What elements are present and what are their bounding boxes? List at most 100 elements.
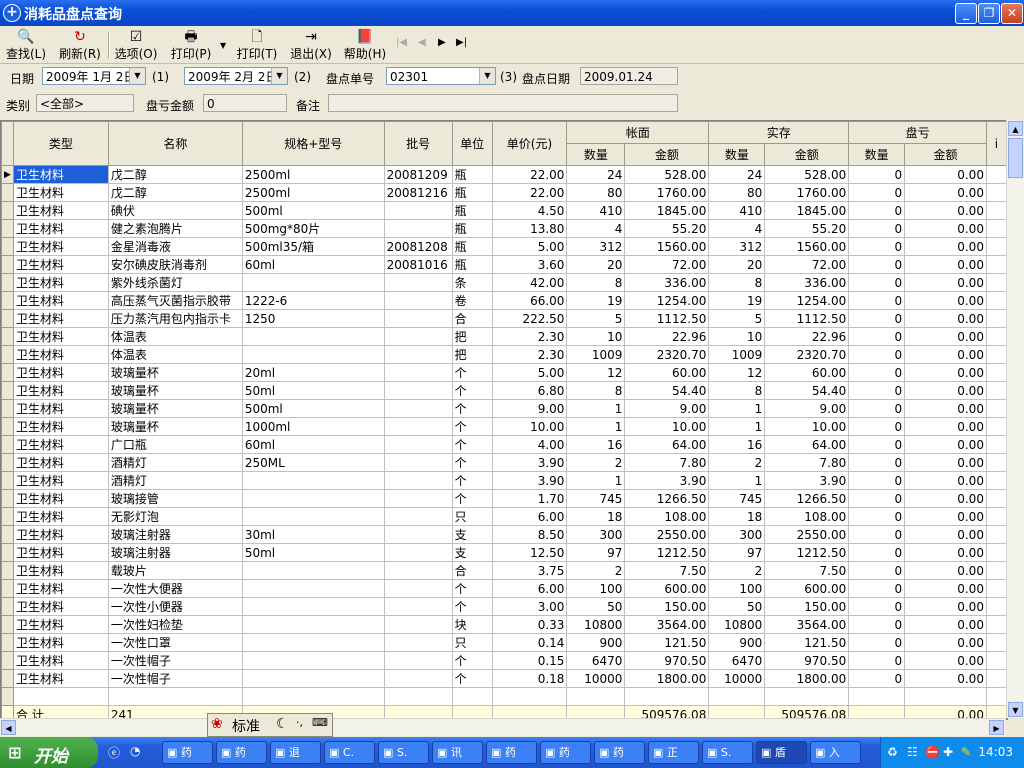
row-indicator[interactable] (1, 417, 14, 436)
cell-actual-amount[interactable]: 54.40 (764, 381, 850, 400)
cell-book-qty[interactable]: 410 (566, 201, 626, 220)
col-type-header[interactable]: 类型 (12, 121, 109, 166)
row-indicator[interactable] (1, 273, 14, 292)
ime-moon-icon[interactable]: ☾ (276, 716, 289, 732)
cell-book-amount[interactable]: 528.00 (624, 165, 710, 184)
cell-name[interactable]: 酒精灯 (107, 471, 243, 490)
row-indicator[interactable] (1, 399, 14, 418)
cell-price[interactable]: 4.00 (491, 435, 568, 454)
cell-actual-amount[interactable]: 336.00 (764, 273, 850, 292)
cell-unit[interactable]: 个 (451, 381, 493, 400)
cell-book-qty[interactable]: 6470 (566, 651, 626, 670)
cell-type[interactable]: 卫生材料 (12, 273, 109, 292)
cell-type[interactable]: 卫生材料 (12, 651, 109, 670)
cell-book-amount[interactable]: 108.00 (624, 507, 710, 526)
cell-batch[interactable]: 20081209 (383, 165, 453, 184)
row-indicator[interactable] (1, 255, 14, 274)
cell-loss-qty[interactable]: 0 (848, 381, 906, 400)
cell-loss-qty[interactable]: 0 (848, 471, 906, 490)
col-loss-header[interactable]: 盘亏 (848, 121, 987, 144)
cell-loss-amount[interactable]: 0.00 (904, 651, 987, 670)
cell-price[interactable]: 222.50 (491, 309, 568, 328)
table-row[interactable]: 卫生材料 一次性帽子个 0.15 6470 970.50 6470 970.50 0 0.00 (1, 651, 1007, 670)
cell-loss-amount[interactable]: 0.00 (904, 255, 987, 274)
cell-book-amount[interactable]: 121.50 (624, 633, 710, 652)
cell-batch[interactable] (383, 345, 453, 364)
row-indicator[interactable] (1, 525, 14, 544)
table-row[interactable]: 卫生材料 玻璃接管个 1.70 745 1266.50 745 1266.50 0 0.00 (1, 489, 1007, 508)
taskbar-window-button[interactable]: ▣ S. (702, 741, 753, 764)
cell-spec[interactable] (241, 651, 385, 670)
check-date-field[interactable]: 2009.01.24 (580, 67, 678, 85)
cell-unit[interactable]: 个 (451, 669, 493, 688)
maximize-button[interactable]: ❐ (978, 3, 1000, 24)
cell-batch[interactable] (383, 543, 453, 562)
cell-book-qty[interactable]: 24 (566, 165, 626, 184)
cell-batch[interactable] (383, 399, 453, 418)
cell-loss-qty[interactable]: 0 (848, 597, 906, 616)
row-indicator[interactable] (1, 507, 14, 526)
taskbar-window-button[interactable]: ▣ 药 (162, 741, 213, 764)
cell-unit[interactable]: 瓶 (451, 219, 493, 238)
cell-unit[interactable]: 支 (451, 543, 493, 562)
cell-name[interactable]: 无影灯泡 (107, 507, 243, 526)
row-indicator[interactable] (1, 201, 14, 220)
cell-batch[interactable] (383, 507, 453, 526)
cell-book-qty[interactable]: 50 (566, 597, 626, 616)
row-indicator[interactable] (1, 669, 14, 688)
cell-book-qty[interactable]: 20 (566, 255, 626, 274)
cell-batch[interactable] (383, 471, 453, 490)
cell-unit[interactable]: 合 (451, 561, 493, 580)
ime-toolbar[interactable]: ❀ 标准 ☾ ·, ⌨ (207, 713, 333, 737)
cell-name[interactable]: 碘伏 (107, 201, 243, 220)
cell-price[interactable]: 0.15 (491, 651, 568, 670)
cell-actual-qty[interactable]: 1009 (708, 345, 766, 364)
cell-spec[interactable] (241, 669, 385, 688)
cell-loss-qty[interactable]: 0 (848, 183, 906, 202)
first-record-button[interactable]: |◀ (396, 37, 407, 48)
cell-type[interactable]: 卫生材料 (12, 615, 109, 634)
cell-spec[interactable] (241, 273, 385, 292)
cell-actual-qty[interactable]: 2 (708, 453, 766, 472)
options-button[interactable]: ☑ 选项(O) (114, 29, 158, 61)
chevron-down-icon[interactable]: ▼ (271, 68, 287, 84)
cell-book-qty[interactable]: 4 (566, 219, 626, 238)
cell-loss-qty[interactable]: 0 (848, 525, 906, 544)
cell-unit[interactable]: 支 (451, 525, 493, 544)
cell-price[interactable]: 6.00 (491, 507, 568, 526)
cell-book-amount[interactable]: 1212.50 (624, 543, 710, 562)
col-book-qty-header[interactable]: 数量 (566, 143, 626, 166)
ime-punct-icon[interactable]: ·, (296, 716, 303, 729)
cell-name[interactable]: 健之素泡腾片 (107, 219, 243, 238)
table-row[interactable]: 卫生材料 玻璃注射器 30ml 支 8.50 300 2550.00 300 2550.00 0 0… (1, 525, 1007, 544)
cell-price[interactable]: 3.90 (491, 453, 568, 472)
cell-price[interactable]: 4.50 (491, 201, 568, 220)
col-batch-header[interactable]: 批号 (383, 121, 453, 166)
cell-price[interactable]: 6.00 (491, 579, 568, 598)
cell-loss-qty[interactable]: 0 (848, 291, 906, 310)
cell-book-amount[interactable]: 3.90 (624, 471, 710, 490)
cell-batch[interactable] (383, 453, 453, 472)
cell-actual-qty[interactable]: 50 (708, 597, 766, 616)
cell-actual-amount[interactable]: 2320.70 (764, 345, 850, 364)
cell-spec[interactable]: 50ml (241, 543, 385, 562)
cell-name[interactable]: 高压蒸气灭菌指示胶带 (107, 291, 243, 310)
table-row[interactable]: 卫生材料 安尔碘皮肤消毒剂 60ml 20081016 瓶 3.60 20 72.00 20 72… (1, 255, 1007, 274)
cell-spec[interactable]: 50ml (241, 381, 385, 400)
cell-name[interactable]: 玻璃接管 (107, 489, 243, 508)
cell-book-qty[interactable]: 18 (566, 507, 626, 526)
row-indicator[interactable] (1, 309, 14, 328)
taskbar-window-button[interactable]: ▣ 盾 (756, 741, 807, 764)
print-dropdown-icon[interactable]: ▼ (220, 41, 226, 50)
cell-book-qty[interactable]: 97 (566, 543, 626, 562)
table-row[interactable]: 卫生材料 一次性口罩只 0.14 900 121.50 900 121.50 0 0.00 (1, 633, 1007, 652)
cell-name[interactable]: 玻璃量杯 (107, 381, 243, 400)
cell-book-amount[interactable]: 1266.50 (624, 489, 710, 508)
cell-book-qty[interactable]: 1009 (566, 345, 626, 364)
cell-actual-qty[interactable]: 80 (708, 183, 766, 202)
table-row[interactable]: 卫生材料 一次性妇检垫块 0.33 10800 3564.00 10800 3564.00 0… (1, 615, 1007, 634)
cell-actual-amount[interactable]: 9.00 (764, 399, 850, 418)
cell-book-qty[interactable]: 8 (566, 381, 626, 400)
cell-spec[interactable]: 1000ml (241, 417, 385, 436)
cell-type[interactable]: 卫生材料 (12, 417, 109, 436)
